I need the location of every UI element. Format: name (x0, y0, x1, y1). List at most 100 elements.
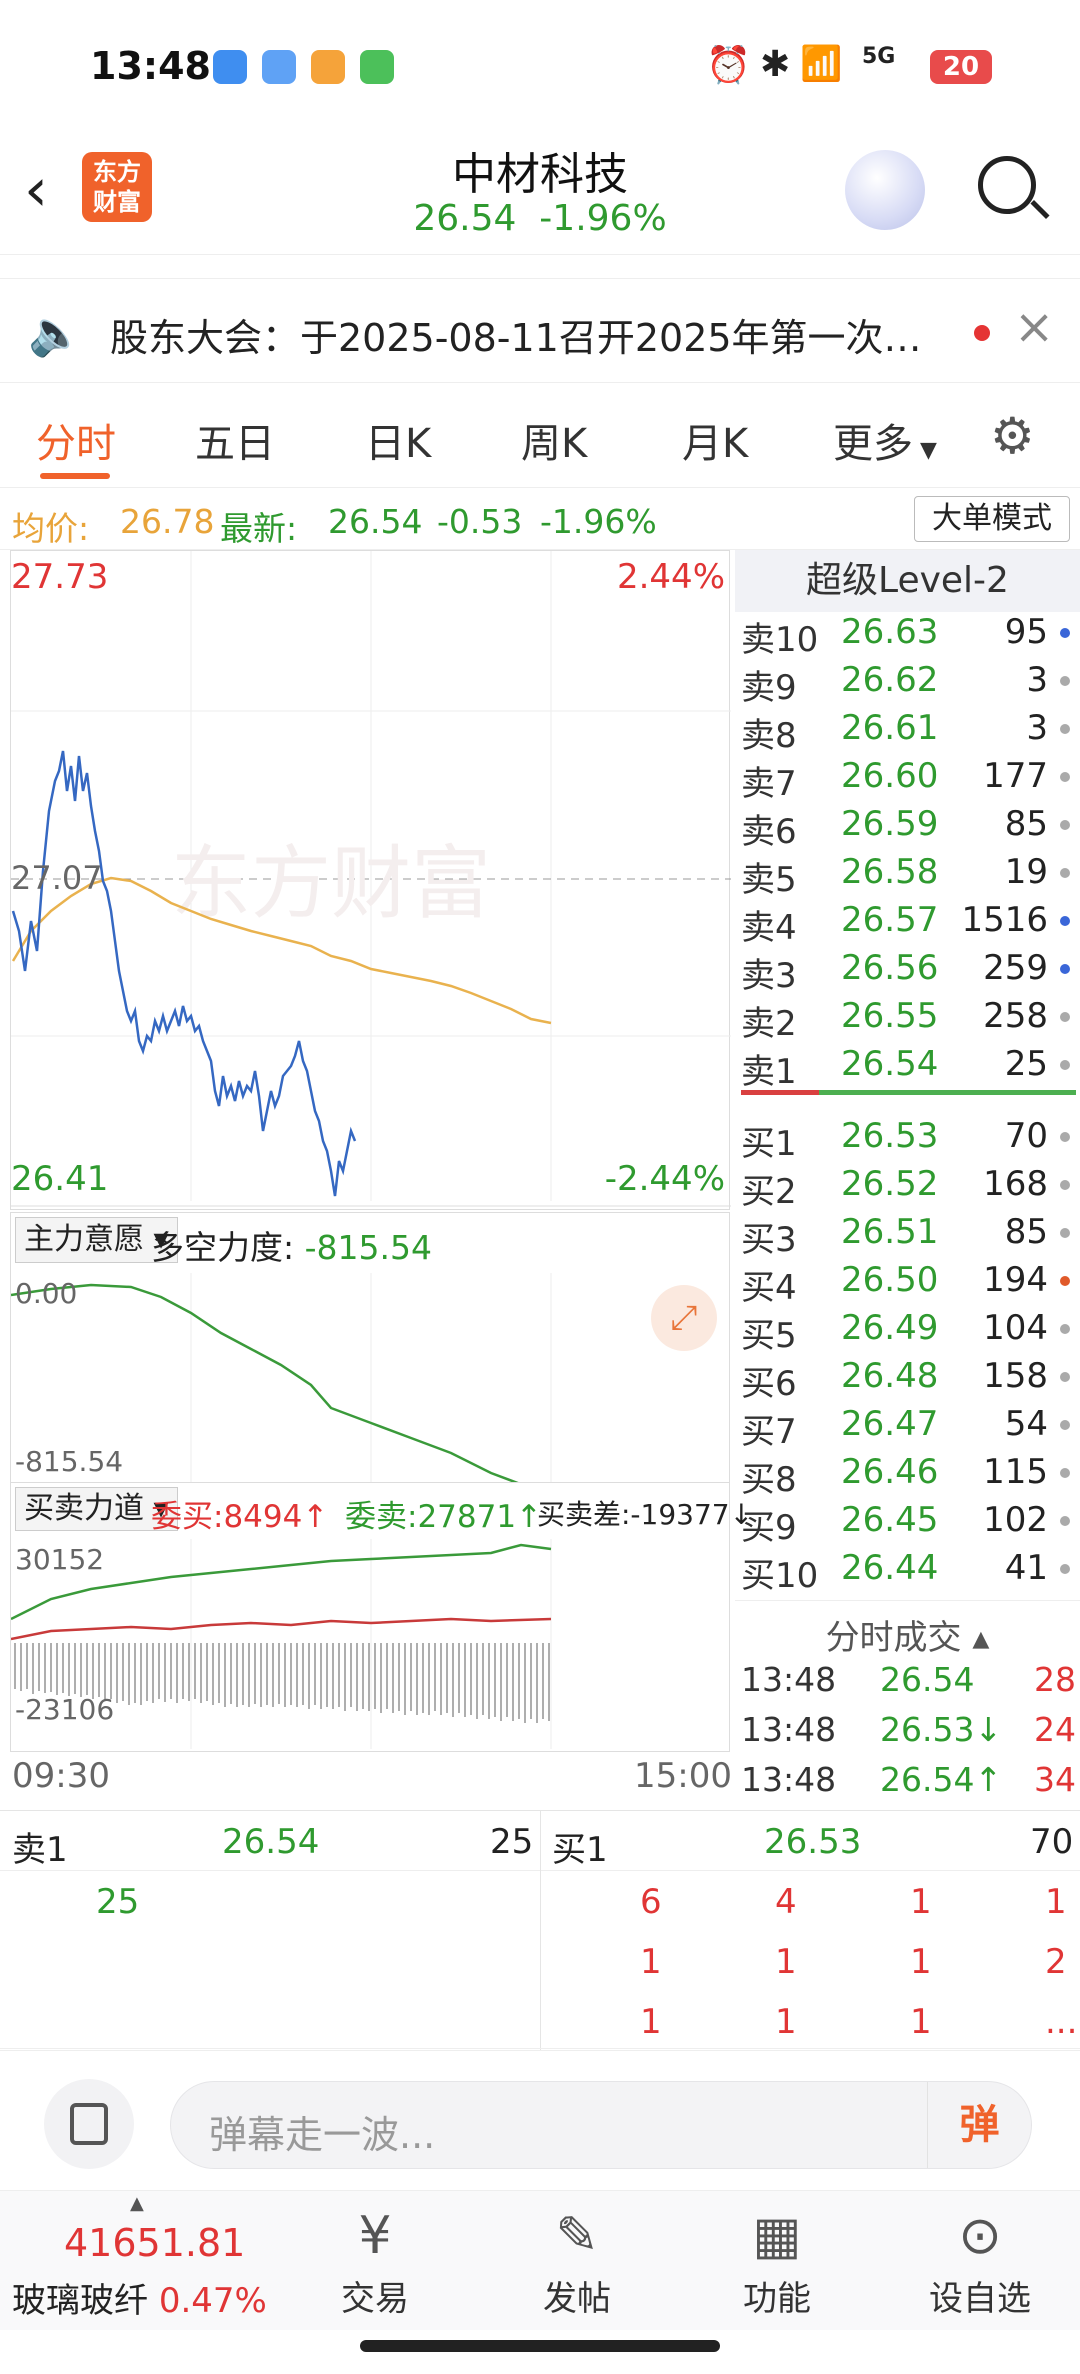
ask-row[interactable]: 卖5 26.58 19 (741, 852, 1076, 900)
queue-sell-label: 卖1 (12, 1830, 68, 1870)
sell-orders-label: 委卖:27871↑ (345, 1499, 543, 1535)
expand-icon[interactable]: ⤢ (651, 1285, 717, 1351)
level-volume: 258 (983, 996, 1048, 1036)
nav-trade[interactable]: ¥ 交易 (305, 2201, 445, 2320)
bid-row[interactable]: 买6 26.48 158 (741, 1356, 1076, 1404)
tab-intraday[interactable]: 分时 (36, 411, 116, 469)
bluetooth-icon: ✱ (760, 44, 791, 85)
ask-row[interactable]: 卖8 26.61 3 (741, 708, 1076, 756)
ask-row[interactable]: 卖4 26.57 1516 (741, 900, 1076, 948)
level-name: 卖7 (741, 764, 797, 804)
stock-change-pct: -1.96% (539, 198, 667, 239)
time-start-label: 09:30 (12, 1756, 110, 1796)
nav-post[interactable]: ✎ 发帖 (507, 2201, 647, 2320)
level-name: 买10 (741, 1556, 819, 1596)
ask-row[interactable]: 卖6 26.59 85 (741, 804, 1076, 852)
bid-row[interactable]: 买4 26.50 194 (741, 1260, 1076, 1308)
edit-icon: ✎ (555, 2206, 599, 2266)
ticks-title[interactable]: 分时成交 ▴ (735, 1610, 1080, 1659)
bid-row[interactable]: 买10 26.44 41 (741, 1548, 1076, 1596)
tab-daily-k[interactable]: 日K (365, 411, 431, 469)
close-icon[interactable]: × (1014, 299, 1054, 355)
chart-prev-close: 27.07 (11, 859, 103, 897)
main-force-panel: 主力意愿 ▾ 多空力度: -815.54 0.00 -815.54 ⤢ (10, 1212, 730, 1502)
level-price: 26.44 (841, 1548, 939, 1588)
order-dot-icon (1060, 868, 1070, 878)
bid-ask-label: 买卖力道 (24, 1491, 144, 1526)
order-dot-icon (1060, 1468, 1070, 1478)
level-price: 26.62 (841, 660, 939, 700)
big-order-mode-button[interactable]: 大单模式 (914, 496, 1070, 542)
level-name: 卖4 (741, 908, 797, 948)
announcement-bar[interactable]: 🔈 股东大会：于2025-08-11召开2025年第一次临... × (0, 278, 1080, 383)
danmaku-placeholder: 弹幕走一波... (209, 2113, 436, 2157)
tab-weekly-k[interactable]: 周K (521, 411, 587, 469)
nav-functions[interactable]: ▦ 功能 (707, 2201, 847, 2320)
notes-icon[interactable] (44, 2079, 134, 2169)
level2-title[interactable]: 超级Level-2 (735, 550, 1080, 612)
order-dot-icon (1060, 1228, 1070, 1238)
level-price: 26.54 (841, 1044, 939, 1084)
ask-row[interactable]: 卖7 26.60 177 (741, 756, 1076, 804)
bid-row[interactable]: 买7 26.47 54 (741, 1404, 1076, 1452)
unread-dot (974, 325, 990, 341)
queue-buy-item: 6 (640, 1882, 662, 1922)
robot-assistant-icon[interactable] (845, 150, 925, 230)
tick-volume: 34 (1034, 1760, 1076, 1799)
level-name: 买7 (741, 1412, 797, 1452)
tab-five-day[interactable]: 五日 (195, 411, 275, 469)
level-name: 买4 (741, 1268, 797, 1308)
ask-row[interactable]: 卖1 26.54 25 (741, 1044, 1076, 1092)
bid-row[interactable]: 买9 26.45 102 (741, 1500, 1076, 1548)
level-price: 26.49 (841, 1308, 939, 1348)
level-volume: 1516 (961, 900, 1048, 940)
bid-ask-top-label: 30152 (15, 1543, 105, 1576)
force-top-label: 0.00 (15, 1277, 78, 1310)
tick-price: 26.54 (880, 1660, 975, 1699)
bid-row[interactable]: 买2 26.52 168 (741, 1164, 1076, 1212)
bid-row[interactable]: 买1 26.53 70 (741, 1116, 1076, 1164)
tab-monthly-k[interactable]: 月K (682, 411, 748, 469)
level-price: 26.58 (841, 852, 939, 892)
search-icon[interactable] (978, 156, 1036, 214)
tick-volume: 28 (1034, 1660, 1076, 1699)
gear-icon[interactable]: ⚙ (990, 407, 1035, 465)
announcement-text[interactable]: 股东大会：于2025-08-11召开2025年第一次临... (110, 307, 950, 362)
bid-row[interactable]: 买3 26.51 85 (741, 1212, 1076, 1260)
order-dot-icon (1060, 1420, 1070, 1430)
stock-price: 26.54 (413, 198, 517, 239)
index-ticker[interactable]: ▲ 41651.81 玻璃玻纤 0.47% (0, 2191, 280, 2331)
bid-row[interactable]: 买5 26.49 104 (741, 1308, 1076, 1356)
alarm-icon: ⏰ (706, 45, 751, 86)
tab-underline (40, 473, 110, 479)
grid-icon: ▦ (752, 2206, 802, 2266)
queue-buy-label: 买1 (552, 1830, 608, 1870)
tick-time: 13:48 (741, 1710, 837, 1749)
level-name: 卖5 (741, 860, 797, 900)
order-dot-icon (1060, 1132, 1070, 1142)
ask-row[interactable]: 卖9 26.62 3 (741, 660, 1076, 708)
app-notification-icon (262, 50, 296, 84)
level-price: 26.53 (841, 1116, 939, 1156)
avg-value: 26.78 (120, 502, 215, 541)
level-price: 26.45 (841, 1500, 939, 1540)
ask-row[interactable]: 卖2 26.55 258 (741, 996, 1076, 1044)
order-book: 超级Level-2 卖10 26.63 95 卖9 26.62 3 卖8 26.61 3 卖7 26… (735, 550, 1080, 1810)
price-info-line: 均价: 26.78 最新: 26.54 -0.53 -1.96% 大单模式 (0, 490, 1080, 550)
level-name: 买5 (741, 1316, 797, 1356)
bid-row[interactable]: 买8 26.46 115 (741, 1452, 1076, 1500)
danmaku-send-button[interactable]: 弹 (927, 2082, 1031, 2168)
intraday-chart-area[interactable]: 东方财富 27.73 2.44% 27.07 26.41 -2.44% (10, 550, 731, 1210)
nav-add-watchlist[interactable]: ⊙ 设自选 (910, 2201, 1050, 2320)
level-name: 卖10 (741, 620, 819, 660)
danmaku-input[interactable]: 弹幕走一波... 弹 (170, 2081, 1032, 2169)
tick-volume: 24 (1034, 1710, 1076, 1749)
caret-up-icon: ▲ (130, 2193, 144, 2214)
tab-more[interactable]: 更多 ▼ (833, 411, 937, 469)
level-name: 卖1 (741, 1052, 797, 1092)
buy-orders-plot (11, 1617, 552, 1641)
level-volume: 41 (1004, 1548, 1048, 1588)
watermark: 东方财富 (171, 839, 491, 928)
ask-row[interactable]: 卖10 26.63 95 (741, 612, 1076, 660)
ask-row[interactable]: 卖3 26.56 259 (741, 948, 1076, 996)
